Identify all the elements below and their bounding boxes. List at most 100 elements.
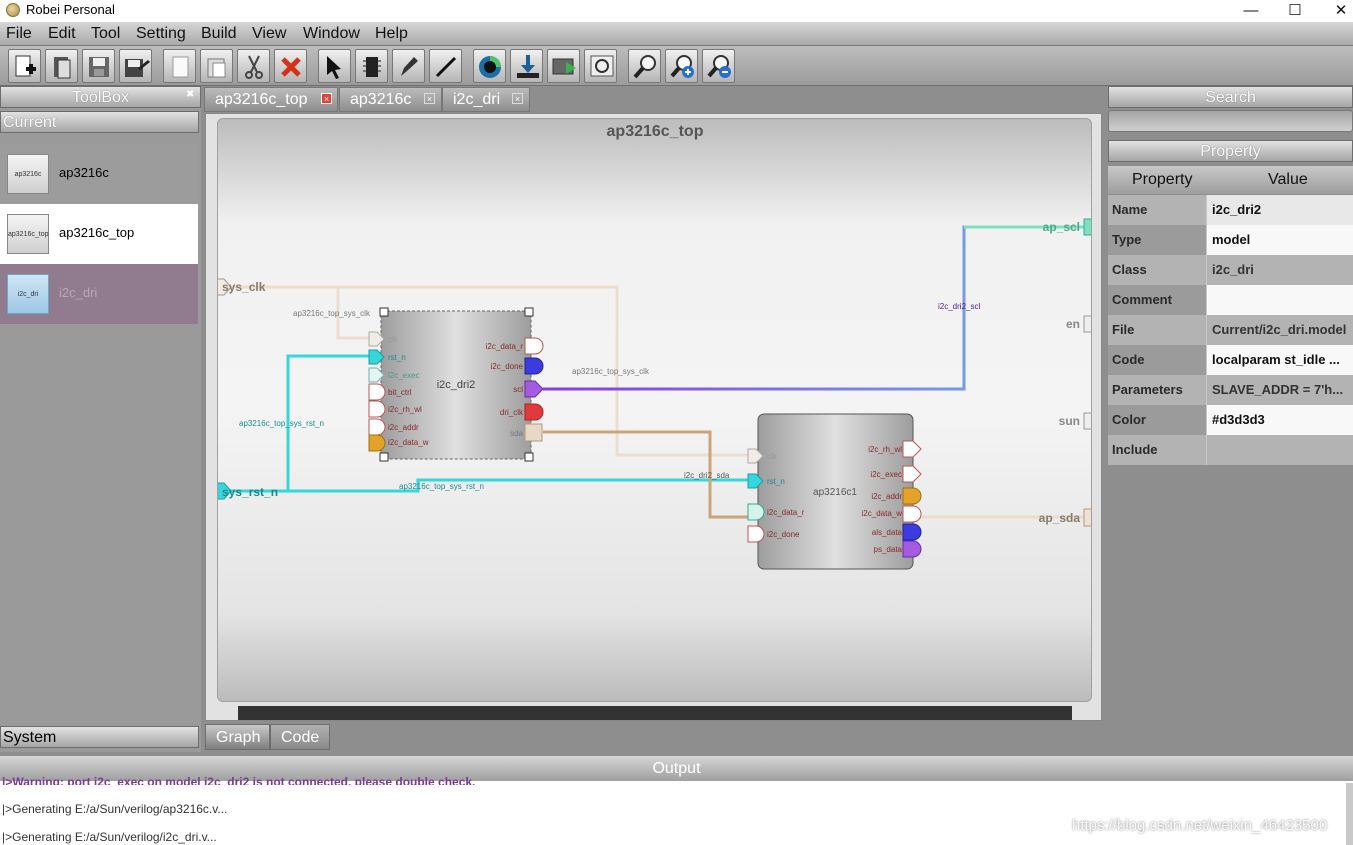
svg-text:sys_rst_n: sys_rst_n [222,485,278,499]
output-scrollbar[interactable] [1346,783,1353,845]
module-i2c-dri2[interactable]: i2c_dri2 clk rst_n i2c_exec bit_ctrl i2c… [368,307,544,462]
tab-label: i2c_dri [453,91,501,108]
property-row[interactable]: Code localparam st_idle ... [1108,345,1353,375]
toolbox-panel: ToolBox ✖ Current ap3216c ap3216c ap3216… [0,86,201,752]
toolbox-current-section[interactable]: Current [0,111,199,133]
zoom-icon[interactable] [628,49,661,83]
cut-icon[interactable] [237,49,270,83]
top-port-ap-scl[interactable]: ap_scl [1043,218,1092,236]
property-row[interactable]: File Current/i2c_dri.model [1108,315,1353,345]
module-ap3216c1[interactable]: ap3216c1 clk rst_n i2c_data_r i2c_done i… [747,413,922,570]
menu-window[interactable]: Window [303,25,360,43]
zoom-in-icon[interactable] [665,49,698,83]
top-port-ap-sda[interactable]: ap_sda [1039,508,1092,527]
tab-close-icon[interactable]: × [512,93,523,104]
svg-text:i2c_data_r: i2c_data_r [486,342,524,351]
menu-file[interactable]: File [6,25,32,43]
menu-help[interactable]: Help [375,25,408,43]
svg-text:i2c_addr: i2c_addr [388,423,419,432]
svg-text:sun: sun [1059,414,1080,428]
wire-label: i2c_dri2_sda [684,471,730,480]
property-row[interactable]: Class i2c_dri [1108,255,1353,285]
top-port-en[interactable]: en [1066,315,1092,333]
property-row[interactable]: Type model [1108,225,1353,255]
maximize-icon[interactable]: ☐ [1272,0,1318,22]
right-panel: Search Property Property Value Name i2c_d… [1106,86,1353,752]
module-thumbnail: ap3216c_top [7,214,49,254]
property-title: Property [1108,140,1353,162]
svg-text:i2c_data_w: i2c_data_w [862,509,903,518]
toolbox-item-ap3216c[interactable]: ap3216c ap3216c [0,144,198,204]
property-row[interactable]: Color #d3d3d3 [1108,405,1353,435]
svg-text:rst_n: rst_n [388,353,406,362]
close-icon[interactable]: ✕ [1318,0,1353,22]
module-thumbnail: i2c_dri [7,274,49,314]
property-row[interactable]: Comment [1108,285,1353,315]
toolbox-item-i2c-dri[interactable]: i2c_dri i2c_dri [0,264,198,324]
save-all-icon[interactable] [119,49,152,83]
svg-text:ap_sda: ap_sda [1039,511,1081,525]
app-logo-icon [6,3,20,17]
copy-icon[interactable] [163,49,196,83]
select-icon[interactable] [318,49,351,83]
pen-icon[interactable] [392,49,425,83]
menu-build[interactable]: Build [201,25,237,43]
svg-text:scl: scl [513,385,523,394]
new-icon[interactable] [8,49,41,83]
tab-close-icon[interactable]: × [424,93,435,104]
top-port-sys-clk[interactable]: sys_clk [218,278,266,296]
tab-close-icon[interactable]: × [321,93,332,104]
svg-text:clk: clk [767,452,778,461]
toolbox-system-section[interactable]: System [0,726,199,748]
minimize-icon[interactable]: — [1228,0,1274,22]
top-port-sys-rst-n[interactable]: sys_rst_n [218,482,278,500]
tab-graph[interactable]: Graph [205,724,270,750]
simulate-icon[interactable] [547,49,580,83]
diagram-canvas[interactable]: ap3216c_top ap3216c_top_sys_clk ap3216c_… [217,118,1092,702]
zoom-out-icon[interactable] [702,49,735,83]
property-row[interactable]: Name i2c_dri2 [1108,195,1353,225]
horizontal-scrollbar[interactable] [238,706,1072,720]
download-icon[interactable] [510,49,543,83]
run-icon[interactable] [473,49,506,83]
wire-icon[interactable] [429,49,462,83]
save-icon[interactable] [82,49,115,83]
toolbox-item-label: i2c_dri [59,285,98,300]
tab-ap3216c-top[interactable]: ap3216c_top × [204,87,338,112]
zoom-fit-icon[interactable] [584,49,617,83]
menu-edit[interactable]: Edit [48,25,76,43]
svg-text:i2c_exec: i2c_exec [388,371,420,380]
svg-text:sda: sda [510,429,523,438]
svg-text:rst_n: rst_n [767,477,785,486]
tab-ap3216c[interactable]: ap3216c × [339,87,442,112]
paste-icon[interactable] [200,49,233,83]
svg-text:i2c_done: i2c_done [491,362,524,371]
tab-i2c-dri[interactable]: i2c_dri × [442,87,530,112]
panel-close-icon[interactable]: ✖ [186,89,194,100]
property-row[interactable]: Include [1108,435,1353,465]
module-icon[interactable] [355,49,388,83]
svg-text:i2c_addr: i2c_addr [871,492,902,501]
wire-label: ap3216c_top_sys_rst_n [399,482,484,491]
toolbox-item-ap3216c-top[interactable]: ap3216c_top ap3216c_top [0,204,198,264]
graph-editor: ap3216c_top ap3216c_top_sys_clk ap3216c_… [205,113,1102,721]
menu-setting[interactable]: Setting [136,25,186,43]
menu-tool[interactable]: Tool [91,25,120,43]
property-row[interactable]: Parameters SLAVE_ADDR = 7'h... [1108,375,1353,405]
svg-text:ap_scl: ap_scl [1043,220,1080,234]
svg-text:clk: clk [388,335,399,344]
tab-label: ap3216c [350,91,412,108]
open-icon[interactable] [45,49,78,83]
top-port-sun[interactable]: sun [1059,412,1092,430]
watermark: https://blog.csdn.net/weixin_46423500 [1072,817,1328,834]
delete-icon[interactable] [274,49,307,83]
property-col-header: Property [1132,171,1193,188]
wires [224,225,1086,519]
tab-code[interactable]: Code [270,724,330,750]
toolbox-item-label: ap3216c_top [59,225,135,240]
svg-text:en: en [1066,317,1080,331]
search-input[interactable] [1108,110,1353,132]
property-header: Property Value [1108,166,1353,194]
menu-view[interactable]: View [252,25,286,43]
module-name: ap3216c1 [813,487,857,498]
